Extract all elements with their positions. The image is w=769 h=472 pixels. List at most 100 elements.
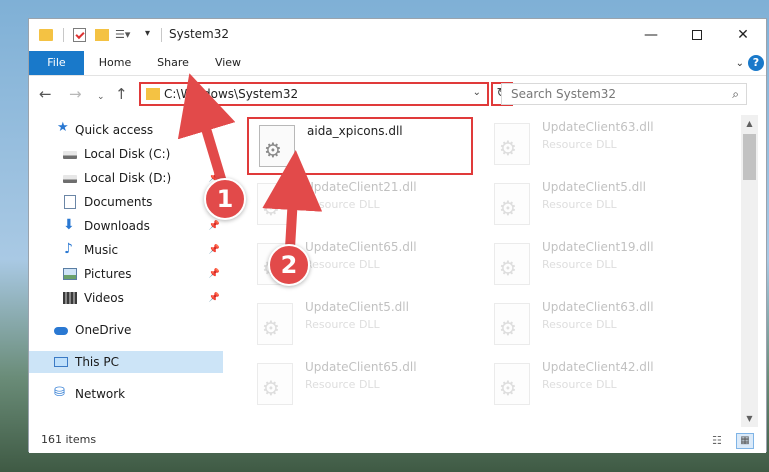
divider [63,28,64,42]
sidebar-item-label: This PC [75,355,119,369]
dll-file-icon [494,363,530,405]
sidebar-item-label: Documents [84,195,153,209]
explorer-window: ☰▾ ▾ System32 — ✕ File Home Share View ⌄… [28,18,767,453]
details-view-icon[interactable]: ☷ [712,434,728,448]
forward-button[interactable]: → [69,86,82,102]
search-input[interactable]: Search System32 ⌕ [501,83,747,105]
file-name: UpdateClient65.dll [305,360,417,374]
file-type: Resource DLL [305,378,380,391]
file-item-aida-xpicons[interactable]: aida_xpicons.dll [247,117,473,175]
sidebar-item-label: OneDrive [75,323,132,337]
file-item[interactable]: UpdateClient5.dll Resource DLL [247,297,473,355]
back-button[interactable]: ← [39,86,52,102]
dll-file-icon [257,363,293,405]
navigation-pane: ★ Quick access Local Disk (C:) Local Dis… [29,115,225,425]
file-name: UpdateClient5.dll [542,180,646,194]
step-2-badge: 2 [268,244,310,286]
sidebar-item-quick-access[interactable]: ★ Quick access [29,119,223,141]
music-icon: ♪ [64,241,73,257]
sidebar-item-documents[interactable]: Documents 📌 [29,191,223,213]
sidebar-item-local-disk-c[interactable]: Local Disk (C:) [29,143,223,165]
sidebar-item-videos[interactable]: Videos 📌 [29,287,223,309]
pin-icon: 📌 [208,269,220,279]
maximize-icon [692,30,702,40]
pin-icon: 📌 [208,245,220,255]
expand-ribbon-icon[interactable]: ⌄ [736,58,744,69]
file-item[interactable]: UpdateClient63.dll Resource DLL [484,117,710,175]
file-name: UpdateClient63.dll [542,120,654,134]
divider [161,28,162,42]
drive-icon [63,175,77,183]
view-options-icon[interactable]: ☰▾ [115,29,130,41]
tab-file[interactable]: File [29,51,84,75]
sidebar-item-this-pc[interactable]: This PC [29,351,223,373]
sidebar-item-network[interactable]: ⛁ Network [29,383,223,405]
this-pc-icon [54,357,68,367]
navigation-bar: ← → ⌄ ↑ C:\Windows\System32 ⌄ ↻ Search S… [29,75,766,111]
file-item[interactable]: UpdateClient65.dll Resource DLL [247,357,473,415]
folder-icon [39,29,53,41]
minimize-button[interactable]: — [628,19,674,51]
properties-icon[interactable] [73,28,86,42]
dll-file-icon [494,243,530,285]
dll-file-icon [494,123,530,165]
dll-file-icon [259,125,295,167]
close-button[interactable]: ✕ [720,19,766,51]
address-dropdown-button[interactable]: ⌄ [473,87,481,98]
file-type: Resource DLL [542,138,617,151]
scroll-up-button[interactable]: ▲ [741,115,758,132]
sidebar-item-label: Videos [84,291,124,305]
new-folder-icon[interactable] [95,29,109,41]
dll-file-icon [257,303,293,345]
onedrive-icon [54,327,68,335]
sidebar-item-label: Music [84,243,119,257]
file-item[interactable]: UpdateClient5.dll Resource DLL [484,177,710,235]
status-bar: 161 items ☷ ▦ [29,429,766,453]
maximize-button[interactable] [674,19,720,51]
sidebar-item-onedrive[interactable]: OneDrive [29,319,223,341]
file-item[interactable]: UpdateClient63.dll Resource DLL [484,297,710,355]
scroll-thumb[interactable] [743,134,756,180]
ribbon-tabs: File Home Share View ⌄ ? [29,51,766,75]
search-icon[interactable]: ⌕ [732,87,739,102]
file-name: UpdateClient63.dll [542,300,654,314]
vertical-scrollbar[interactable]: ▲ ▼ [741,115,758,427]
sidebar-item-label: Network [75,387,126,401]
sidebar-item-music[interactable]: ♪ Music 📌 [29,239,223,261]
sidebar-item-downloads[interactable]: ⬇ Downloads 📌 [29,215,223,237]
dll-file-icon [257,183,293,225]
file-name: UpdateClient21.dll [305,180,417,194]
pictures-icon [63,268,77,280]
file-item[interactable]: UpdateClient42.dll Resource DLL [484,357,710,415]
scroll-down-button[interactable]: ▼ [741,410,758,427]
step-1-badge: 1 [204,178,246,220]
file-type: Resource DLL [305,258,380,271]
address-bar[interactable]: C:\Windows\System32 ⌄ [139,82,489,106]
search-placeholder: Search System32 [511,87,617,101]
tab-home[interactable]: Home [92,51,138,75]
large-icons-view-icon[interactable]: ▦ [736,433,754,449]
recent-locations-button[interactable]: ⌄ [97,89,105,105]
file-name: aida_xpicons.dll [307,124,403,138]
dll-file-icon [494,183,530,225]
item-count: 161 items [41,433,97,446]
file-type: Resource DLL [542,198,617,211]
file-name: UpdateClient5.dll [305,300,409,314]
folder-icon [146,88,160,100]
address-path[interactable]: C:\Windows\System32 [164,87,298,101]
sidebar-item-local-disk-d[interactable]: Local Disk (D:) 📌 [29,167,223,189]
tab-share[interactable]: Share [151,51,195,75]
tab-view[interactable]: View [207,51,249,75]
pin-icon: 📌 [208,293,220,303]
documents-icon [64,195,76,209]
up-button[interactable]: ↑ [115,86,128,102]
file-type: Resource DLL [305,198,380,211]
sidebar-item-pictures[interactable]: Pictures 📌 [29,263,223,285]
file-item[interactable]: UpdateClient21.dll Resource DLL [247,177,473,235]
sidebar-item-label: Pictures [84,267,132,281]
sidebar-item-label: Downloads [84,219,150,233]
file-item[interactable]: UpdateClient19.dll Resource DLL [484,237,710,295]
customize-toolbar-icon[interactable]: ▾ [145,29,153,39]
help-icon[interactable]: ? [748,55,764,71]
file-list: aida_xpicons.dll UpdateClient63.dll Reso… [234,115,739,427]
